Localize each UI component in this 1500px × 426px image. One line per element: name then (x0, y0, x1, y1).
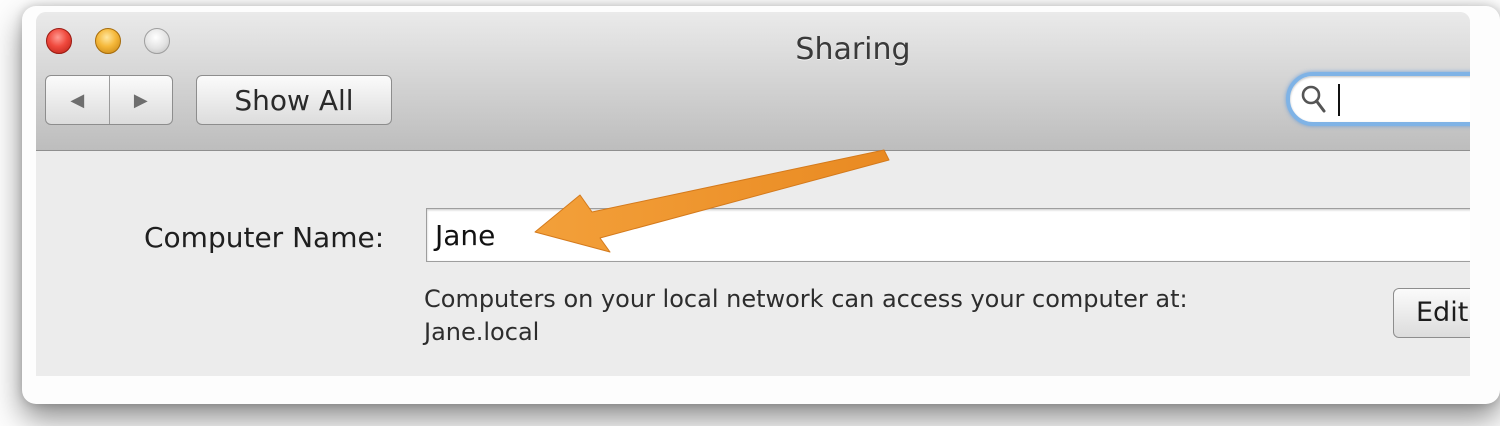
text-cursor (1338, 84, 1340, 116)
sharing-content: Computer Name: Jane Computers on your lo… (36, 151, 1470, 376)
forward-button[interactable]: ▶ (110, 76, 173, 124)
local-address-info: Computers on your local network can acce… (424, 283, 1188, 349)
forward-arrow-icon: ▶ (133, 89, 148, 111)
edit-button[interactable]: Edit... (1393, 288, 1470, 338)
back-forward-group: ◀ ▶ (45, 75, 173, 125)
back-button[interactable]: ◀ (46, 76, 110, 124)
computer-name-label: Computer Name: (144, 221, 385, 254)
local-address-description: Computers on your local network can acce… (424, 285, 1188, 313)
sharing-window: Sharing ◀ ▶ Show All Computer Name: Jane… (36, 12, 1470, 376)
search-field[interactable] (1286, 72, 1470, 126)
computer-name-field[interactable]: Jane (426, 208, 1470, 262)
magnifier-icon (1301, 85, 1326, 113)
show-all-button[interactable]: Show All (196, 75, 392, 125)
window-title: Sharing (795, 32, 911, 67)
screenshot: Sharing ◀ ▶ Show All Computer Name: Jane… (0, 0, 1500, 426)
local-hostname: Jane.local (424, 318, 540, 346)
back-arrow-icon: ◀ (70, 89, 85, 111)
window-toolbar: Sharing ◀ ▶ Show All (36, 12, 1470, 151)
